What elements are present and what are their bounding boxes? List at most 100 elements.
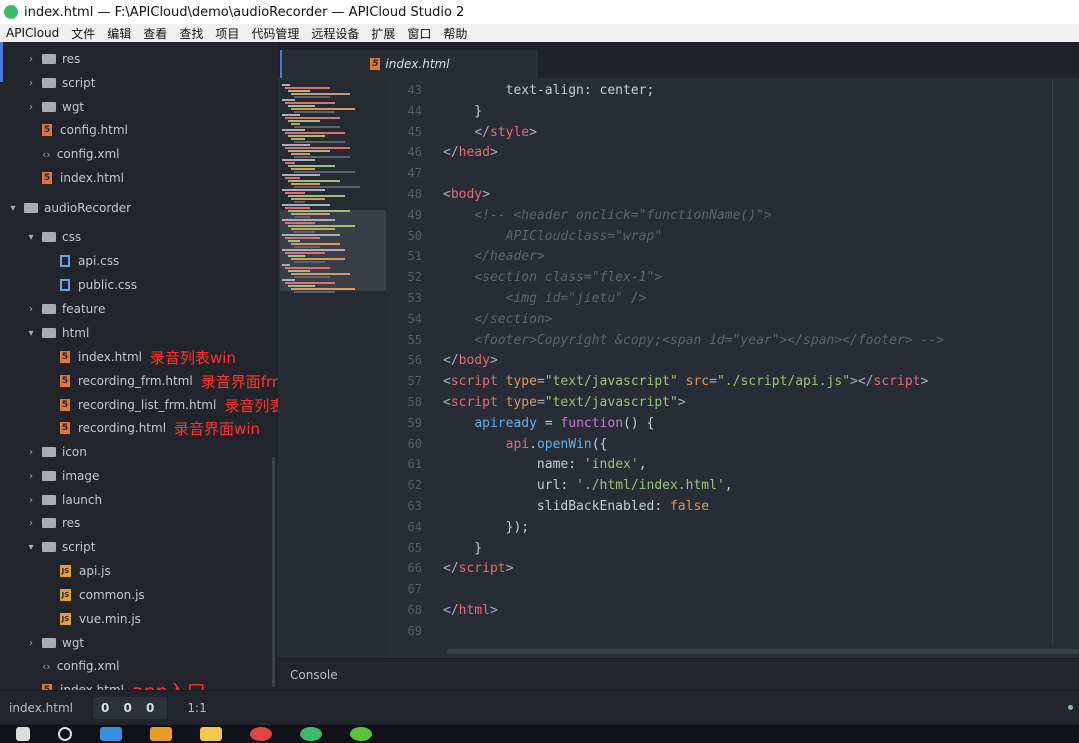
chevron-down-icon[interactable]: ▾: [8, 203, 18, 214]
code-line[interactable]: </section>: [443, 309, 552, 330]
code-line[interactable]: <img id="jietu" />: [443, 288, 647, 309]
tree-item-folder[interactable]: › wgt: [26, 632, 84, 654]
code-line[interactable]: <footer>Copyright &copy;<span id="year">…: [443, 330, 944, 351]
code-token-br: </: [443, 561, 459, 577]
tree-item-css[interactable]: public.css: [60, 274, 137, 296]
code-line[interactable]: <!-- <header onclick="functionName()">: [443, 205, 771, 226]
code-line[interactable]: apiready = function() {: [443, 413, 654, 434]
minimap-line: [291, 258, 345, 260]
menu-item[interactable]: 代码管理: [251, 25, 299, 42]
tree-item-folder[interactable]: ▾ html: [26, 322, 89, 344]
tree-item-folder[interactable]: › image: [26, 465, 99, 487]
code-line[interactable]: </script>: [443, 558, 513, 579]
menu-item[interactable]: 编辑: [107, 25, 131, 42]
tab-index-html[interactable]: 5 index.html: [280, 50, 538, 78]
menu-item[interactable]: 扩展: [371, 25, 395, 42]
tree-item-folder[interactable]: › script: [26, 72, 95, 94]
apicloud-icon[interactable]: [300, 727, 322, 741]
code-line[interactable]: api.openWin({: [443, 434, 608, 455]
menu-item[interactable]: 窗口: [407, 25, 431, 42]
app-icon[interactable]: [150, 727, 172, 741]
tree-item-js[interactable]: JS api.js: [60, 560, 111, 582]
chevron-down-icon[interactable]: ▾: [26, 328, 36, 339]
menu-item[interactable]: 项目: [215, 25, 239, 42]
tree-item-folder[interactable]: ▾ script: [26, 536, 95, 558]
chevron-right-icon[interactable]: ›: [26, 102, 36, 113]
tree-item-js[interactable]: JS common.js: [60, 584, 145, 606]
tree-item-folder[interactable]: › res: [26, 512, 80, 534]
chevron-right-icon[interactable]: ›: [26, 495, 36, 506]
minimap[interactable]: [280, 80, 386, 660]
code-line[interactable]: text-align: center;: [443, 80, 655, 101]
chevron-right-icon[interactable]: ›: [26, 518, 36, 529]
minimap-line: [282, 189, 325, 191]
chevron-right-icon[interactable]: ›: [26, 638, 36, 649]
code-line[interactable]: }: [443, 101, 482, 122]
line-number: 61: [407, 457, 422, 472]
tree-item-html[interactable]: 5 recording.html 录音界面win: [60, 417, 260, 439]
search-icon[interactable]: [58, 727, 72, 741]
code-token-com: <img id="jietu" />: [443, 291, 647, 306]
code-line[interactable]: </head>: [443, 142, 498, 163]
menu-item[interactable]: 查看: [143, 25, 167, 42]
menu-item[interactable]: 查找: [179, 25, 203, 42]
code-line[interactable]: <script type="text/javascript">: [443, 392, 686, 413]
tree-item-css[interactable]: api.css: [60, 250, 119, 272]
menu-item[interactable]: 文件: [71, 25, 95, 42]
tree-item-html[interactable]: 5 recording_frm.html 录音界面frm: [60, 370, 278, 392]
tree-item-folder[interactable]: › res: [26, 48, 80, 70]
tree-item-folder[interactable]: › icon: [26, 441, 87, 463]
tree-item-folder[interactable]: › feature: [26, 298, 105, 320]
chevron-down-icon[interactable]: ▾: [26, 542, 36, 553]
chevron-right-icon[interactable]: ›: [26, 78, 36, 89]
code-line[interactable]: </body>: [443, 350, 498, 371]
tree-item-folder[interactable]: ▾ audioRecorder: [8, 197, 131, 219]
selection-indicator: [0, 42, 3, 82]
menu-item[interactable]: 帮助: [443, 25, 467, 42]
code-line[interactable]: <script type="text/javascript" src="./sc…: [443, 371, 928, 392]
chevron-right-icon[interactable]: ›: [26, 447, 36, 458]
annotation-note: 录音界面win: [174, 419, 260, 438]
horizontal-scrollbar[interactable]: [447, 649, 1079, 654]
code-line[interactable]: </style>: [443, 122, 537, 143]
code-token-plain: .: [529, 436, 537, 452]
minimap-line: [282, 114, 300, 116]
code-line[interactable]: APICloudclass="wrap": [443, 226, 663, 247]
tree-item-html[interactable]: 5index.htmlapp入口: [42, 679, 206, 690]
sidebar-scrollbar[interactable]: [272, 457, 275, 687]
tree-item-html[interactable]: 5 config.html: [42, 119, 128, 141]
code-line[interactable]: });: [443, 517, 529, 538]
tree-item-xml[interactable]: ‹› config.xml: [42, 655, 119, 677]
code-line[interactable]: slidBackEnabled: false: [443, 496, 709, 517]
menu-item[interactable]: 远程设备: [311, 25, 359, 42]
tree-item-folder[interactable]: › wgt: [26, 96, 84, 118]
tree-item-html[interactable]: 5 index.html 录音列表win: [60, 346, 236, 368]
menu-item[interactable]: APICloud: [6, 26, 59, 40]
tree-item-js[interactable]: JS vue.min.js: [60, 608, 141, 630]
windows-start-icon[interactable]: [16, 727, 30, 741]
chevron-down-icon[interactable]: ▾: [26, 232, 36, 243]
problem-counts[interactable]: 0 0 0: [92, 697, 168, 719]
code-line[interactable]: name: 'index',: [443, 454, 647, 475]
tree-item-folder[interactable]: › launch: [26, 489, 102, 511]
wechat-icon[interactable]: [350, 727, 372, 741]
file-explorer-icon[interactable]: [200, 727, 222, 741]
app-icon[interactable]: [100, 727, 122, 741]
console-panel[interactable]: Console: [278, 658, 1079, 690]
tree-item-html[interactable]: 5 index.html: [42, 167, 124, 189]
minimap-line: [288, 195, 345, 197]
tree-item-xml[interactable]: ‹› config.xml: [42, 143, 119, 165]
tree-item-html[interactable]: 5 recording_list_frm.html 录音列表frm: [60, 394, 278, 416]
chrome-icon[interactable]: [250, 727, 272, 741]
code-line[interactable]: <body>: [443, 184, 490, 205]
code-token-tag: script: [450, 395, 498, 410]
code-line[interactable]: }: [443, 538, 482, 559]
code-line[interactable]: url: './html/index.html',: [443, 475, 733, 496]
code-line[interactable]: </html>: [443, 600, 498, 621]
chevron-right-icon[interactable]: ›: [26, 304, 36, 315]
code-line[interactable]: <section class="flex-1">: [443, 267, 662, 288]
tree-item-folder[interactable]: ▾ css: [26, 226, 81, 248]
chevron-right-icon[interactable]: ›: [26, 54, 36, 65]
code-line[interactable]: </header>: [443, 246, 544, 267]
chevron-right-icon[interactable]: ›: [26, 471, 36, 482]
